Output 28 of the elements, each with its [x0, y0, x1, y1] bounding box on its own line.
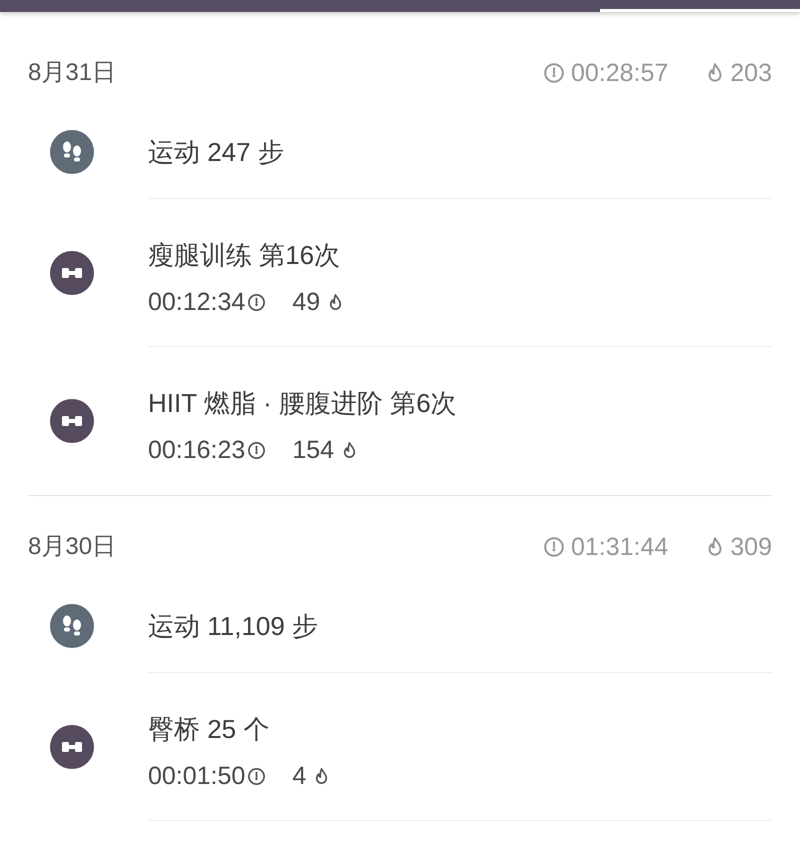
clock-icon	[247, 292, 266, 312]
activity-calories: 4	[292, 761, 306, 792]
activity-title: 运动 247 步	[148, 136, 285, 168]
total-duration: 01:31:44	[570, 533, 668, 561]
footprints-icon	[50, 130, 94, 174]
total-calories: 309	[730, 533, 772, 561]
activity-title: 臀桥 25 个	[148, 713, 270, 745]
activity-duration: 00:01:50	[148, 761, 246, 792]
dumbbell-icon	[50, 725, 94, 769]
clock-icon	[247, 766, 266, 786]
activity-calories: 154	[292, 435, 334, 466]
date-heading: 8月31日	[28, 59, 116, 87]
dumbbell-icon	[50, 399, 94, 443]
activity-title: 瘦腿训练 第16次	[148, 239, 342, 271]
dumbbell-icon	[50, 251, 94, 295]
activity-duration: 00:16:23	[148, 435, 246, 466]
total-calories: 203	[730, 59, 772, 87]
total-duration: 00:28:57	[570, 59, 668, 87]
activity-calories: 49	[292, 287, 320, 318]
activity-duration: 00:12:34	[148, 287, 246, 318]
date-heading: 8月30日	[28, 533, 116, 561]
clock-icon	[247, 440, 266, 460]
tab[interactable]	[600, 0, 800, 12]
activity-title: HIIT 燃脂 · 腰腹进阶 第6次	[148, 387, 458, 419]
clock-icon	[542, 62, 565, 84]
activity-title: 运动 11,109 步	[148, 610, 320, 642]
clock-icon	[542, 536, 565, 558]
footprints-icon	[50, 604, 94, 648]
